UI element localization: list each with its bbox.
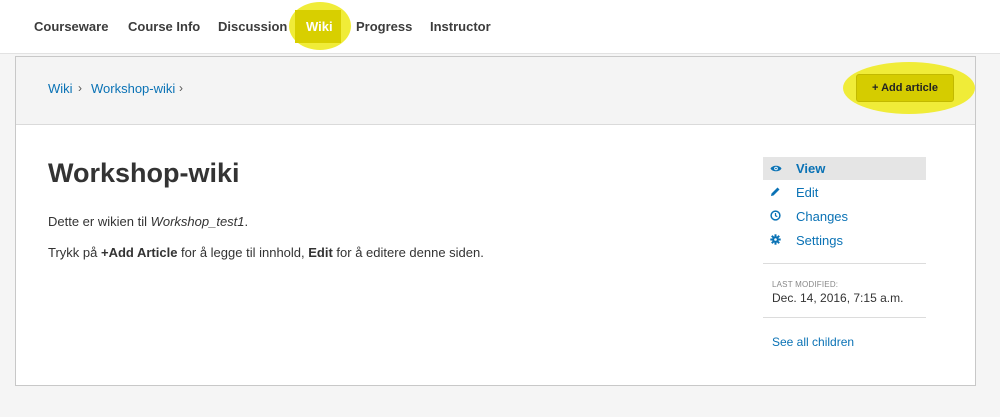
add-article-button[interactable]: + Add article xyxy=(856,74,954,102)
article-paragraph-1: Dette er wikien til Workshop_test1. xyxy=(48,214,249,229)
tab-progress[interactable]: Progress xyxy=(356,0,412,54)
sidebar-item-view[interactable]: View xyxy=(770,161,825,176)
sidebar-divider xyxy=(763,263,926,264)
sidebar-item-changes[interactable]: Changes xyxy=(770,209,848,224)
eye-icon xyxy=(770,164,790,176)
breadcrumb-separator: › xyxy=(179,81,183,95)
page-title: Workshop-wiki xyxy=(48,158,240,188)
sidebar-divider xyxy=(763,317,926,318)
last-modified-label: LAST MODIFIED: xyxy=(772,280,839,289)
tab-wiki[interactable]: Wiki xyxy=(306,0,333,54)
gear-icon xyxy=(770,234,790,248)
tab-course-info[interactable]: Course Info xyxy=(128,0,200,54)
tab-discussion[interactable]: Discussion xyxy=(218,0,287,54)
tab-courseware[interactable]: Courseware xyxy=(34,0,108,54)
see-all-children-link[interactable]: See all children xyxy=(772,335,854,349)
article-header: Wiki › Workshop-wiki › xyxy=(16,57,975,125)
sidebar-item-settings[interactable]: Settings xyxy=(770,233,843,248)
article-paragraph-2: Trykk på +Add Article for å legge til in… xyxy=(48,245,484,260)
sidebar-item-edit[interactable]: Edit xyxy=(770,185,818,200)
course-tabs: Courseware Course Info Discussion Wiki P… xyxy=(0,0,1000,54)
breadcrumb-wiki[interactable]: Wiki xyxy=(48,81,73,96)
course-name: Workshop_test1 xyxy=(150,214,245,229)
breadcrumb-workshop-wiki[interactable]: Workshop-wiki xyxy=(91,81,175,96)
breadcrumb-separator: › xyxy=(78,81,82,95)
tab-instructor[interactable]: Instructor xyxy=(430,0,491,54)
last-modified-value: Dec. 14, 2016, 7:15 a.m. xyxy=(772,291,904,305)
clock-icon xyxy=(770,210,790,224)
pencil-icon xyxy=(770,186,790,200)
